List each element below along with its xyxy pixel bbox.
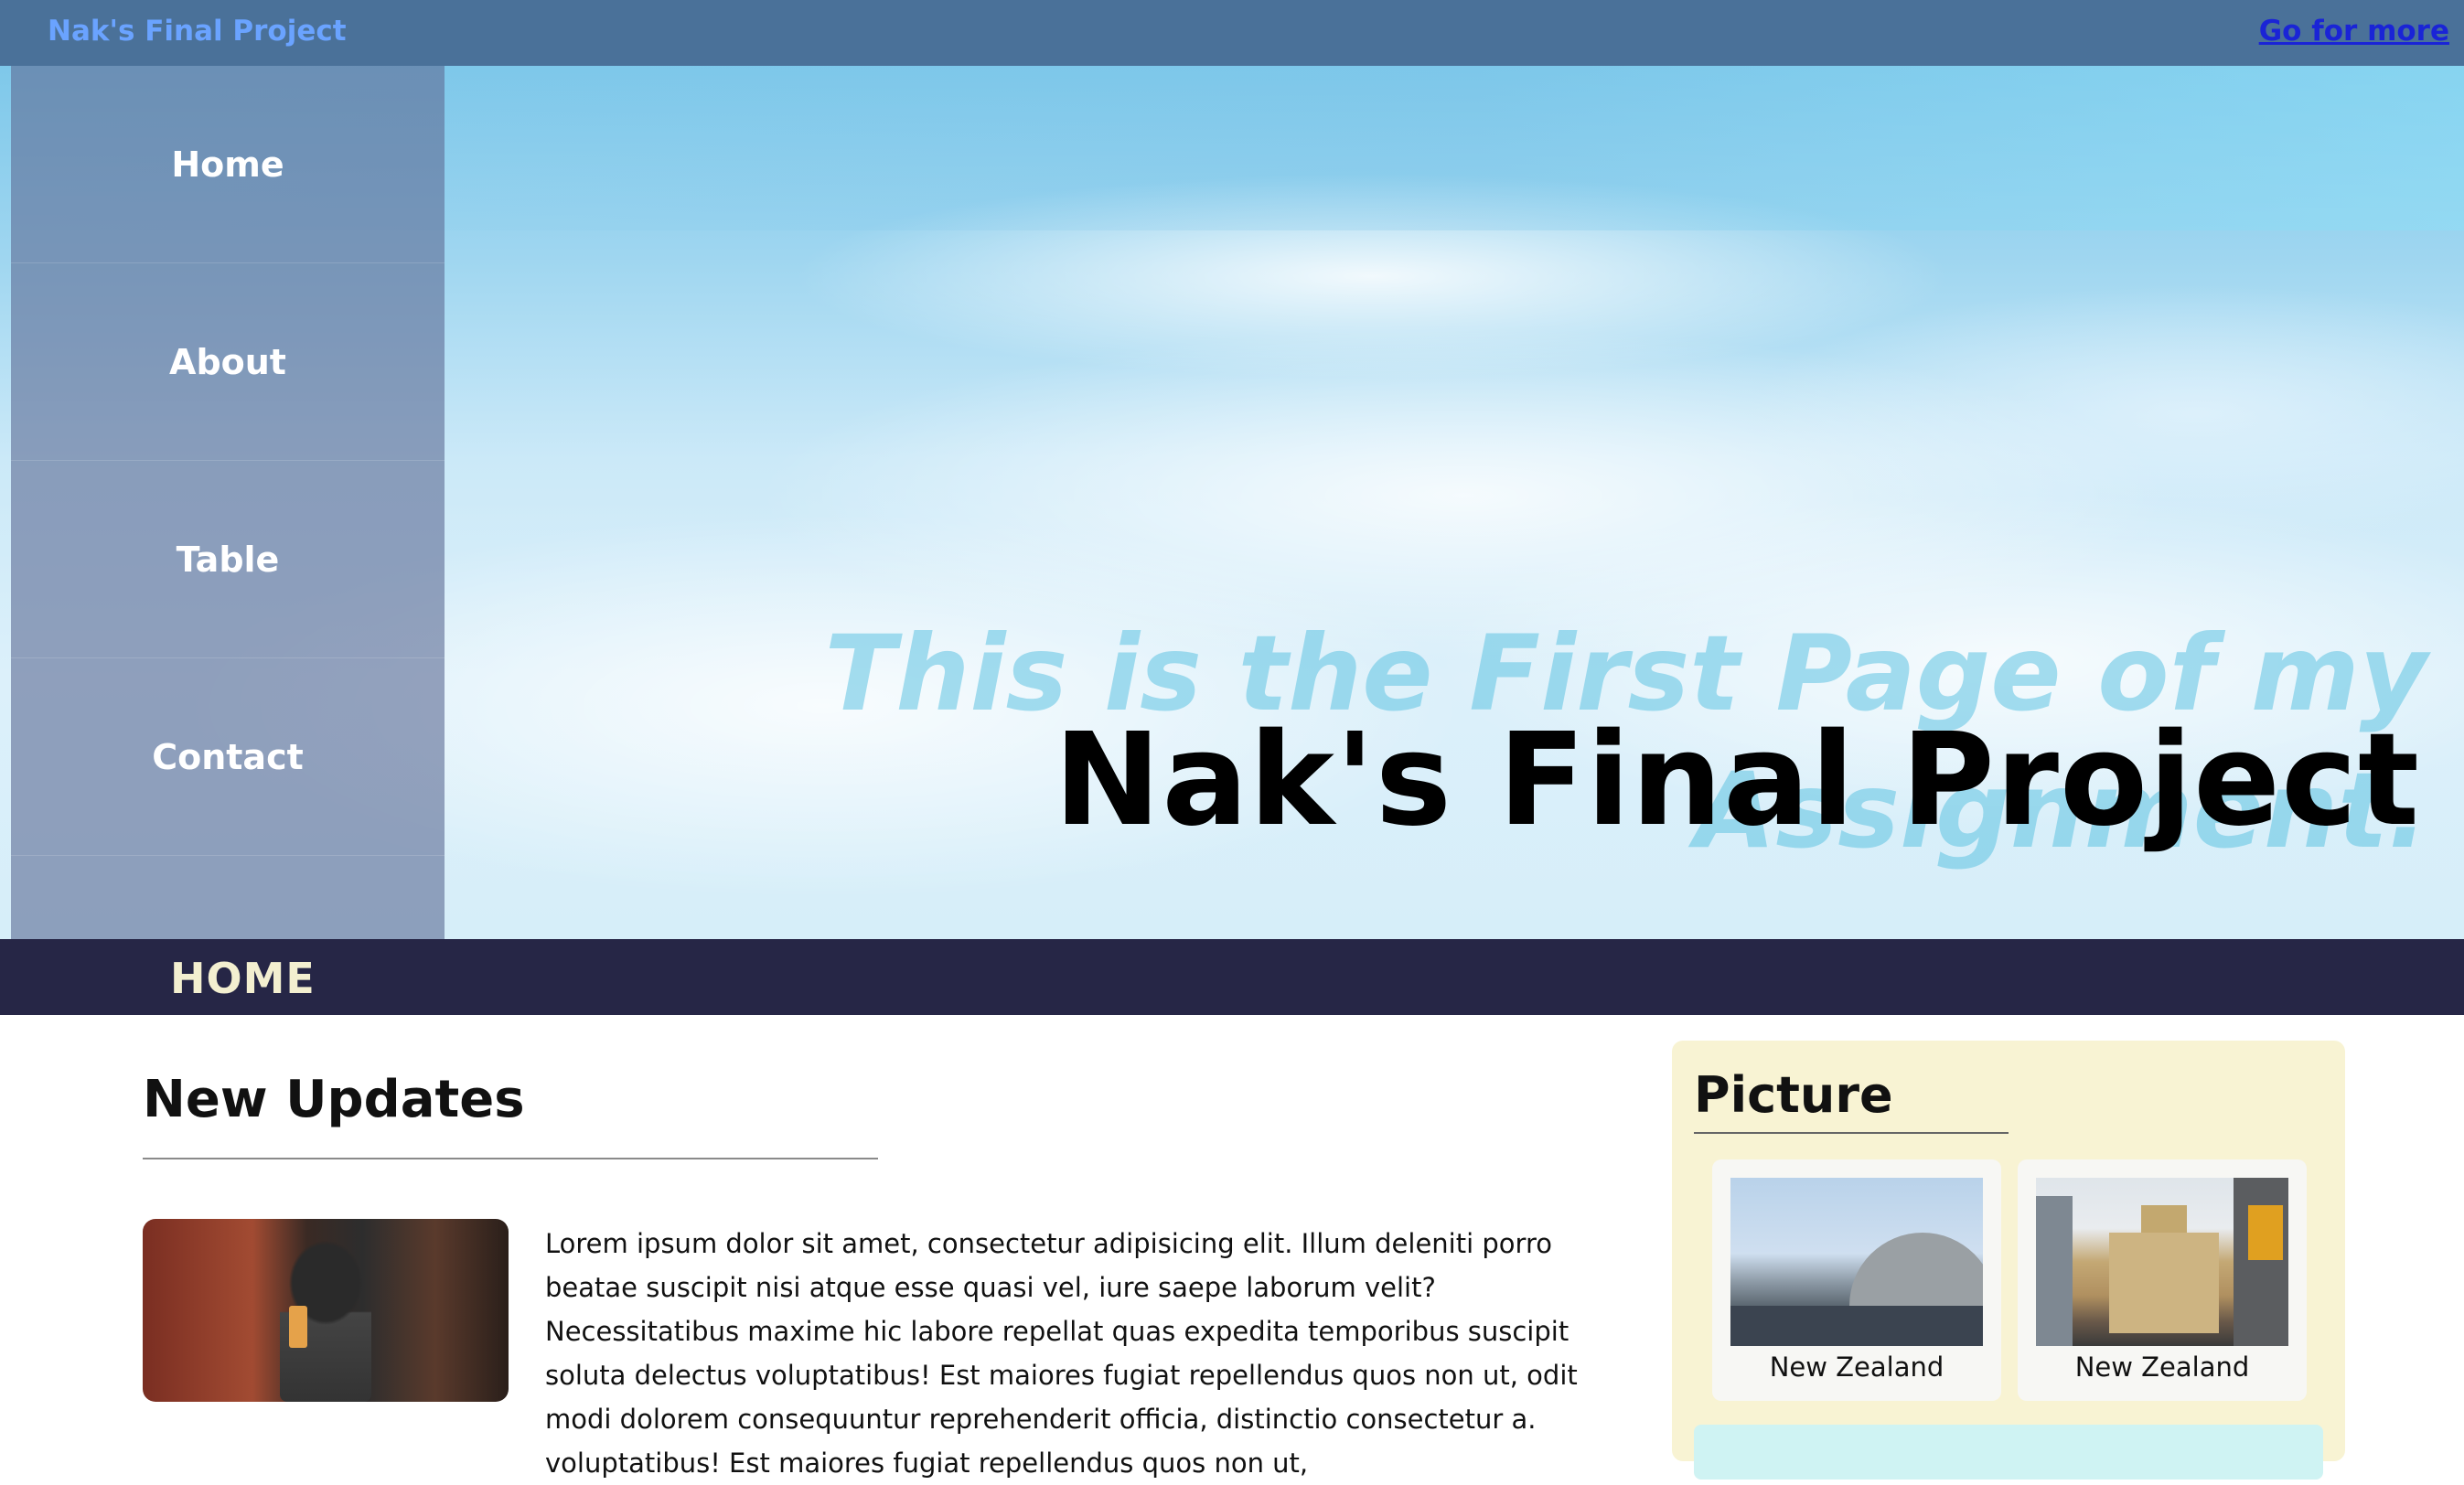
- nav-item-about[interactable]: About: [11, 263, 445, 461]
- picture-thumbnail[interactable]: [2036, 1178, 2288, 1346]
- top-bar: Nak's Final Project Go for more: [0, 0, 2464, 66]
- hero-title: Nak's Final Project: [1054, 706, 2420, 855]
- picture-heading: Picture: [1694, 1066, 1893, 1124]
- picture-panel-next-block: [1694, 1425, 2323, 1480]
- site-brand[interactable]: Nak's Final Project: [48, 15, 347, 48]
- updates-divider: [143, 1158, 878, 1159]
- picture-divider: [1694, 1132, 2009, 1134]
- picture-thumbnail[interactable]: [1730, 1178, 1983, 1346]
- update-body-text: Lorem ipsum dolor sit amet, consectetur …: [545, 1228, 1578, 1479]
- nav-item-home[interactable]: Home: [11, 66, 445, 263]
- thumbnail-building: [2036, 1196, 2073, 1346]
- nav-item-label: Contact: [152, 736, 304, 777]
- thumbnail-street: [1730, 1306, 1983, 1346]
- thumbnail-building: [2234, 1178, 2288, 1346]
- picture-panel: Picture New Zealand New Zealand: [1672, 1041, 2345, 1480]
- section-title: HOME: [170, 954, 316, 1003]
- updates-heading: New Updates: [143, 1070, 525, 1129]
- nav-item-label: About: [169, 341, 286, 382]
- update-photo: [143, 1219, 509, 1402]
- nav-item-table[interactable]: Table: [11, 461, 445, 658]
- picture-card[interactable]: New Zealand: [2018, 1159, 2307, 1401]
- thumbnail-building: [2109, 1233, 2219, 1333]
- section-bar: HOME: [0, 939, 2464, 1015]
- sidebar-nav: Home About Table Contact: [11, 66, 445, 939]
- picture-card[interactable]: New Zealand: [1712, 1159, 2001, 1401]
- nav-item-label: Home: [171, 144, 284, 185]
- go-for-more-link[interactable]: Go for more: [2259, 15, 2449, 48]
- photo-glass: [289, 1306, 307, 1348]
- picture-caption: New Zealand: [2074, 1351, 2250, 1383]
- nav-item-contact[interactable]: Contact: [11, 658, 445, 856]
- nav-item-label: Table: [176, 539, 280, 580]
- thumbnail-sign: [2248, 1205, 2283, 1260]
- picture-caption: New Zealand: [1769, 1351, 1944, 1383]
